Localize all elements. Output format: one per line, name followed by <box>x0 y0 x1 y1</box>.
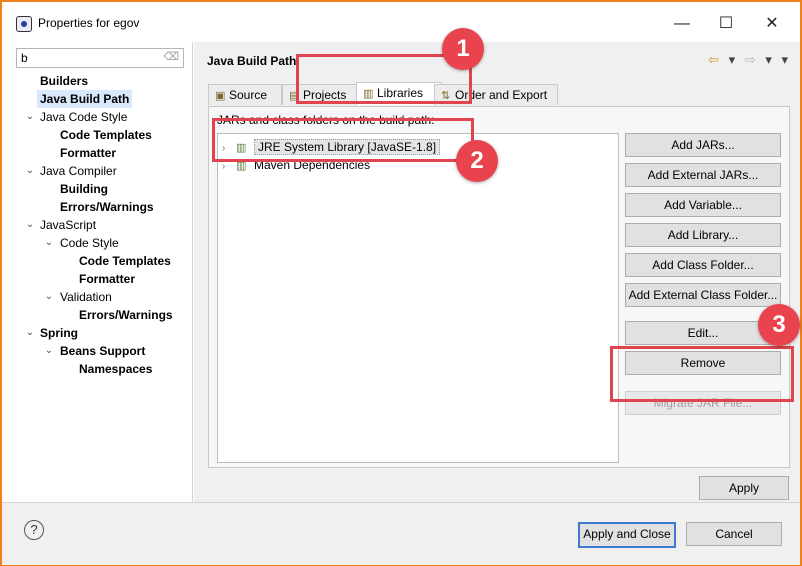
add-library-button[interactable]: Add Library... <box>625 223 781 247</box>
tree-item-validation[interactable]: Validation <box>60 288 112 306</box>
back-dropdown-icon[interactable]: ▾ <box>729 52 736 67</box>
add-external-class-folder-button[interactable]: Add External Class Folder... <box>625 283 781 307</box>
window-title: Properties for egov <box>38 16 140 30</box>
expand-chevron-icon[interactable]: ⌄ <box>25 324 35 342</box>
tree-item-javascript[interactable]: JavaScript <box>40 216 96 234</box>
tab-source-label: Source <box>229 88 268 102</box>
annotation-marker-1: 1 <box>442 28 484 70</box>
dialog-button-bar: ? Apply and Close Cancel <box>2 502 800 565</box>
close-button[interactable]: ✕ <box>752 10 792 38</box>
tree-item-java-build-path[interactable]: Java Build Path <box>37 90 133 108</box>
expand-chevron-icon[interactable]: ⌄ <box>25 108 35 126</box>
page-navigation: ⇦ ▾ ⇨ ▾ ▾ <box>702 52 788 68</box>
tree-item-building[interactable]: Building <box>60 180 108 198</box>
minimize-button[interactable]: — <box>662 10 702 38</box>
back-arrow-icon[interactable]: ⇦ <box>708 52 719 67</box>
source-folder-icon: ▣ <box>215 90 226 102</box>
expand-chevron-icon[interactable]: ⌄ <box>44 342 54 360</box>
tree-item-js-errors-warnings[interactable]: Errors/Warnings <box>79 306 173 324</box>
title-bar: Properties for egov — ☐ ✕ <box>2 2 800 42</box>
tab-source[interactable]: ▣ Source <box>208 84 282 105</box>
apply-and-close-button[interactable]: Apply and Close <box>578 522 676 548</box>
tree-item-js-code-templates[interactable]: Code Templates <box>79 252 171 270</box>
highlight-box-jre-library <box>212 118 474 162</box>
tree-item-namespaces[interactable]: Namespaces <box>79 360 152 378</box>
filter-input[interactable]: b ⌫ <box>16 48 184 68</box>
expand-chevron-icon[interactable]: ⌄ <box>44 234 54 252</box>
tree-item-spring[interactable]: Spring <box>40 324 78 342</box>
tree-item-js-formatter[interactable]: Formatter <box>79 270 135 288</box>
add-variable-button[interactable]: Add Variable... <box>625 193 781 217</box>
forward-dropdown-icon[interactable]: ▾ <box>765 52 772 67</box>
page-title: Java Build Path <box>207 54 297 68</box>
cancel-button[interactable]: Cancel <box>686 522 782 546</box>
property-page: Java Build Path ⇦ ▾ ⇨ ▾ ▾ ▣ Source ▤ Proje… <box>194 42 800 502</box>
add-jars-button[interactable]: Add JARs... <box>625 133 781 157</box>
tree-item-errors-warnings[interactable]: Errors/Warnings <box>60 198 154 216</box>
add-class-folder-button[interactable]: Add Class Folder... <box>625 253 781 277</box>
highlight-box-remove-button <box>610 346 794 402</box>
expand-chevron-icon[interactable]: ⌄ <box>25 216 35 234</box>
maximize-button[interactable]: ☐ <box>706 10 746 38</box>
filter-value: b <box>21 51 28 65</box>
tree-item-js-code-style[interactable]: Code Style <box>60 234 119 252</box>
clear-filter-icon[interactable]: ⌫ <box>163 50 179 63</box>
forward-arrow-icon[interactable]: ⇨ <box>745 52 756 67</box>
eclipse-app-icon <box>16 16 32 32</box>
tree-item-builders[interactable]: Builders <box>40 72 88 90</box>
properties-dialog: Properties for egov — ☐ ✕ b ⌫ Builders J… <box>0 0 802 566</box>
annotation-marker-3: 3 <box>758 304 800 346</box>
tree-item-java-code-style[interactable]: Java Code Style <box>40 108 127 126</box>
annotation-marker-2: 2 <box>456 140 498 182</box>
view-menu-icon[interactable]: ▾ <box>781 52 788 67</box>
tree-item-formatter[interactable]: Formatter <box>60 144 116 162</box>
add-external-jars-button[interactable]: Add External JARs... <box>625 163 781 187</box>
libraries-list[interactable]: › ▥ JRE System Library [JavaSE-1.8] › ▥ Mave… <box>217 133 619 463</box>
tree-item-code-templates[interactable]: Code Templates <box>60 126 152 144</box>
expand-chevron-icon[interactable]: ⌄ <box>44 288 54 306</box>
apply-button[interactable]: Apply <box>699 476 789 500</box>
tree-item-beans-support[interactable]: Beans Support <box>60 342 145 360</box>
preferences-tree-pane: b ⌫ Builders Java Build Path ⌄ Java Code… <box>2 42 193 502</box>
help-icon[interactable]: ? <box>24 520 44 540</box>
tree-item-java-compiler[interactable]: Java Compiler <box>40 162 117 180</box>
expand-chevron-icon[interactable]: ⌄ <box>25 162 35 180</box>
